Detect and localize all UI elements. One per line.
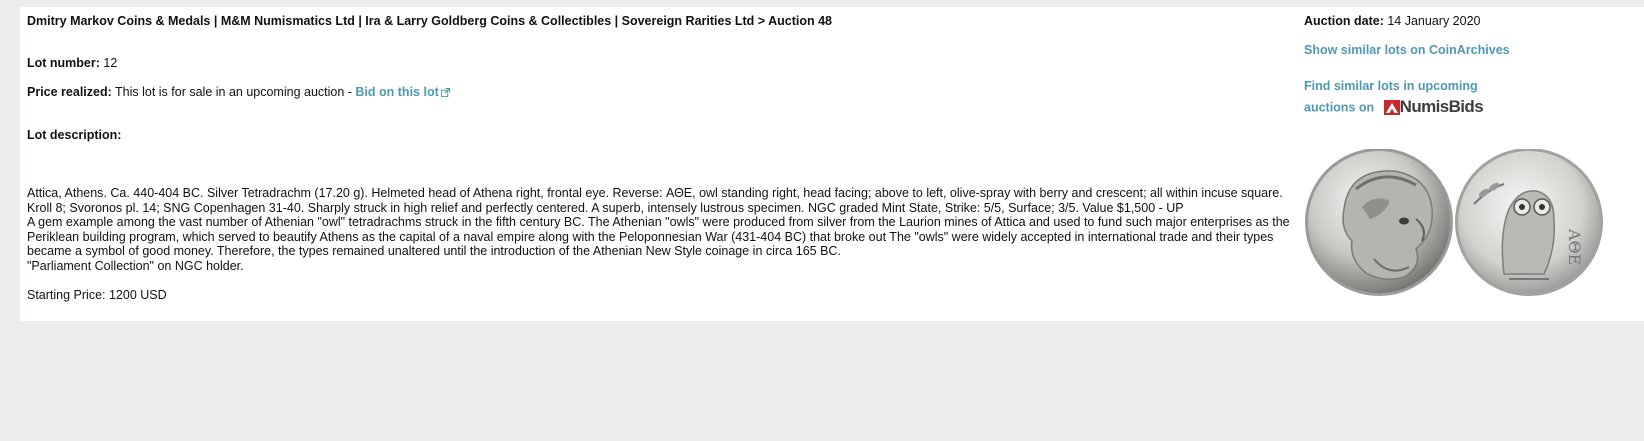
auction-date-row: Auction date: 14 January 2020: [1304, 14, 1480, 28]
find-upcoming-line2: auctions on: [1304, 100, 1375, 115]
lot-number-value: 12: [103, 56, 118, 70]
lot-number-row: Lot number: 12: [27, 56, 117, 70]
price-realized-row: Price realized: This lot is for sale in …: [27, 85, 450, 99]
price-realized-label: Price realized:: [27, 85, 112, 99]
find-upcoming-link[interactable]: Find similar lots in upcoming: [1304, 79, 1478, 93]
lot-panel: Dmitry Markov Coins & Medals | M&M Numis…: [20, 7, 1644, 321]
obverse-athena-coin[interactable]: [1305, 149, 1453, 296]
numisbids-logo: NumisBids: [1383, 97, 1484, 117]
description-paragraph-2: A gem example among the vast number of A…: [27, 215, 1290, 259]
reverse-owl-coin[interactable]: ΑΘΕ: [1455, 149, 1603, 296]
coinarchives-similar-link[interactable]: Show similar lots on CoinArchives: [1304, 43, 1510, 57]
lot-description: Attica, Athens. Ca. 440-404 BC. Silver T…: [27, 186, 1302, 302]
starting-price: Starting Price: 1200 USD: [27, 287, 167, 302]
svg-text:ΑΘΕ: ΑΘΕ: [1565, 228, 1584, 265]
coin-images[interactable]: ΑΘΕ: [1304, 149, 1604, 299]
numisbids-mark-icon: [1383, 99, 1400, 115]
external-link-icon: [440, 88, 450, 97]
bid-on-lot-link[interactable]: Bid on this lot: [355, 85, 450, 99]
numisbids-link[interactable]: auctions on NumisBids: [1304, 97, 1484, 117]
auction-date-label: Auction date:: [1304, 14, 1384, 28]
lot-description-label: Lot description:: [27, 128, 122, 142]
description-paragraph-3: "Parliament Collection" on NGC holder.: [27, 258, 244, 273]
auction-breadcrumb[interactable]: Dmitry Markov Coins & Medals | M&M Numis…: [27, 14, 832, 28]
price-realized-text: This lot is for sale in an upcoming auct…: [115, 85, 352, 99]
lot-number-label: Lot number:: [27, 56, 100, 70]
description-paragraph-1: Attica, Athens. Ca. 440-404 BC. Silver T…: [27, 186, 1283, 215]
find-upcoming-line1: Find similar lots in upcoming: [1304, 79, 1478, 93]
auction-date-value: 14 January 2020: [1387, 14, 1481, 28]
